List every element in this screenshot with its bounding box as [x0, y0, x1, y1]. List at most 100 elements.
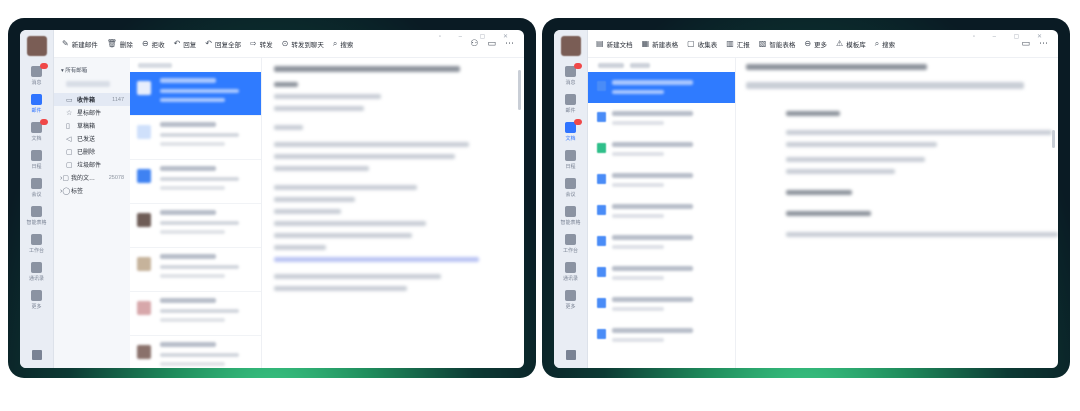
mail-icon	[31, 94, 42, 105]
mail-window: ▫ – ▢ ✕ 消息 邮件 文档 日程 会议 智能表格 工作台 通讯录 更多 ✎ 新建邮件 🗑 删除 ⊖…	[20, 30, 524, 368]
folder-label: 草稿箱	[77, 124, 96, 130]
rail-item[interactable]: 工作台	[554, 232, 587, 259]
list-item[interactable]	[588, 165, 735, 196]
toolbar-button[interactable]: ✎ 新建邮件	[62, 39, 98, 49]
list-item[interactable]	[130, 204, 261, 248]
rail-item[interactable]: 更多	[554, 288, 587, 315]
folder-group-mine[interactable]: ›▢ 我的文… 25078	[54, 171, 130, 184]
layout-icon[interactable]: ▭	[1021, 38, 1030, 49]
list-item[interactable]	[588, 134, 735, 165]
scrollbar[interactable]	[518, 70, 521, 110]
list-item[interactable]	[588, 289, 735, 320]
toolbar-button[interactable]: ▧ 智能表格	[759, 39, 796, 49]
rail-item[interactable]: 邮件	[554, 92, 587, 119]
forward-icon: ⇨	[249, 38, 257, 48]
folder-item[interactable]: ☆ 星标邮件	[54, 106, 130, 119]
toolbar-button[interactable]: ↶ 回复	[174, 39, 197, 49]
list-item[interactable]	[588, 227, 735, 258]
list-item[interactable]	[130, 292, 261, 336]
list-item[interactable]	[588, 103, 735, 134]
list-item[interactable]	[130, 248, 261, 292]
toolbar-button[interactable]: ▤ 新建文档	[596, 39, 633, 49]
rail-item[interactable]: 日程	[20, 148, 53, 175]
toolbar-button[interactable]: ⊖ 拒收	[142, 39, 165, 49]
toolbar-button-label: 回复全部	[214, 41, 241, 49]
toolbar-button[interactable]: 🗑 删除	[107, 39, 133, 49]
rail-item[interactable]: 通讯录	[554, 260, 587, 287]
all-mailboxes-header[interactable]: ▾ 所有邮箱	[54, 62, 130, 78]
toolbar-button-label: 搜索	[882, 41, 896, 49]
rail-item[interactable]: 工作台	[20, 232, 53, 259]
scrollbar[interactable]	[1052, 130, 1055, 148]
toolbar-button[interactable]: ↶ 回复全部	[205, 39, 241, 49]
rail-item[interactable]: 智能表格	[20, 204, 53, 231]
collect-icon: ▢	[687, 38, 695, 48]
rail-item[interactable]: 会议	[20, 176, 53, 203]
toolbar-button[interactable]: ⊙ 转发到聊天	[282, 39, 324, 49]
folder-item[interactable]: ▢ 已删除	[54, 145, 130, 158]
rail-item[interactable]: 消息	[554, 63, 587, 91]
unread-badge	[574, 63, 582, 69]
smart-sheet-icon: ▧	[758, 38, 767, 48]
search-button[interactable]: ⌕ 搜索	[333, 39, 353, 49]
rail-item[interactable]: 日程	[554, 148, 587, 175]
trash-icon: 🗑	[106, 38, 117, 48]
rail-item[interactable]: 智能表格	[554, 204, 587, 231]
avatar[interactable]	[561, 36, 581, 56]
overflow-icon[interactable]: ⋯	[1039, 38, 1048, 49]
list-item[interactable]	[588, 320, 735, 351]
rail-item[interactable]: 文档	[554, 119, 587, 147]
rail-item[interactable]: 文档	[20, 119, 53, 147]
toolbar-button[interactable]: ⇨ 转发	[250, 39, 273, 49]
rail-item-label: 文档	[565, 136, 576, 142]
rail-item[interactable]: 会议	[554, 176, 587, 203]
mail-window-frame: ▫ – ▢ ✕ 消息 邮件 文档 日程 会议 智能表格 工作台 通讯录 更多 ✎ 新建邮件 🗑 删除 ⊖…	[8, 18, 536, 378]
folder-label: 已发送	[77, 137, 96, 143]
contacts-icon[interactable]: ⚇	[470, 38, 478, 49]
reading-pane	[262, 58, 524, 368]
mail-toolbar: ✎ 新建邮件 🗑 删除 ⊖ 拒收 ↶ 回复 ↶ 回复全部 ⇨ 转发 ⊙ 转发到聊天 ⌕ 搜索 ⚇ ▭ ⋯	[54, 30, 524, 58]
screenshot-composite: ▫ – ▢ ✕ 消息 邮件 文档 日程 会议 智能表格 工作台 通讯录 更多 ✎ 新建邮件 🗑 删除 ⊖…	[0, 0, 1080, 411]
rail-item[interactable]: 邮件	[20, 92, 53, 119]
list-item[interactable]	[588, 196, 735, 227]
search-icon: ⌕	[332, 38, 338, 48]
document-preview	[736, 58, 1058, 368]
folder-group-tags[interactable]: ›◯ 标签	[54, 184, 130, 197]
docs-window-frame: ▫ – ▢ ✕ 消息 邮件 文档 日程 会议 智能表格 工作台 通讯录 更多 ▤ 新建文档 ▦ 新建表…	[542, 18, 1070, 378]
toolbar-button-label: 转发	[259, 41, 273, 49]
toolbar-button[interactable]: ▢ 收集表	[687, 39, 717, 49]
unread-badge	[40, 119, 48, 125]
rail-item[interactable]: 通讯录	[20, 260, 53, 287]
search-button[interactable]: ⌕ 搜索	[875, 39, 895, 49]
app-logo-icon	[566, 350, 576, 360]
list-item[interactable]	[130, 116, 261, 160]
toolbar-button[interactable]: ⚠ 模板库	[836, 39, 866, 49]
list-item[interactable]	[130, 336, 261, 368]
rail-item-label: 工作台	[28, 248, 44, 254]
list-item[interactable]	[588, 72, 735, 103]
toolbar-button-label: 汇报	[736, 41, 750, 49]
toolbar-button-label: 更多	[814, 41, 828, 49]
folder-item[interactable]: ▢ 垃圾邮件	[54, 158, 130, 171]
rail-item[interactable]: 消息	[20, 63, 53, 91]
folder-item[interactable]: ▯ 草稿箱	[54, 119, 130, 132]
calendar-icon	[565, 150, 576, 161]
unread-badge	[574, 119, 582, 125]
layout-icon[interactable]: ▭	[487, 38, 496, 49]
toolbar-button[interactable]: ⊖ 更多	[804, 39, 827, 49]
list-item[interactable]	[130, 160, 261, 204]
overflow-icon[interactable]: ⋯	[505, 38, 514, 49]
rail-item[interactable]: 更多	[20, 288, 53, 315]
toolbar-button[interactable]: ▦ 新建表格	[642, 39, 679, 49]
meeting-icon	[31, 178, 42, 189]
inbox-icon: ▭	[66, 96, 73, 104]
list-item[interactable]	[588, 258, 735, 289]
rail-item-label: 消息	[31, 80, 42, 86]
list-item[interactable]	[130, 72, 261, 116]
folder-item[interactable]: ◁ 已发送	[54, 132, 130, 145]
avatar[interactable]	[27, 36, 47, 56]
reply-all-icon: ↶	[205, 38, 212, 48]
toolbar-button[interactable]: ▥ 汇报	[726, 39, 750, 49]
folder-item[interactable]: ▭ 收件箱 1147	[54, 93, 130, 106]
smart-sheet-icon	[31, 206, 42, 217]
